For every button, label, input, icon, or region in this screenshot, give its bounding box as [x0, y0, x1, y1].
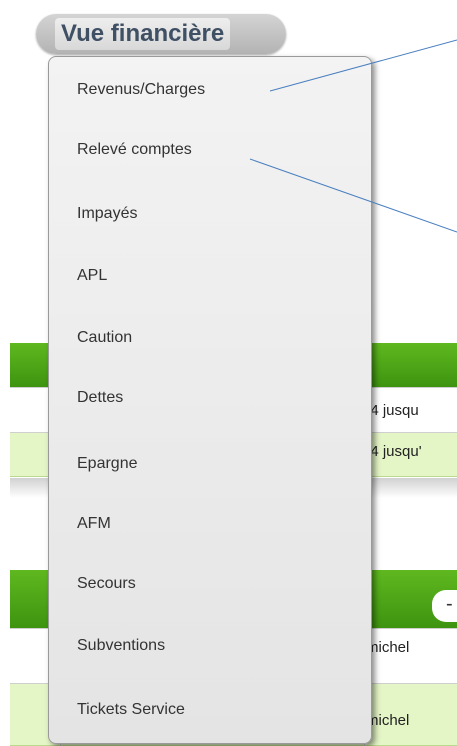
callout-line-releve: [249, 158, 457, 233]
annotation-lines: [249, 39, 457, 233]
callout-line-revenus: [269, 39, 457, 92]
